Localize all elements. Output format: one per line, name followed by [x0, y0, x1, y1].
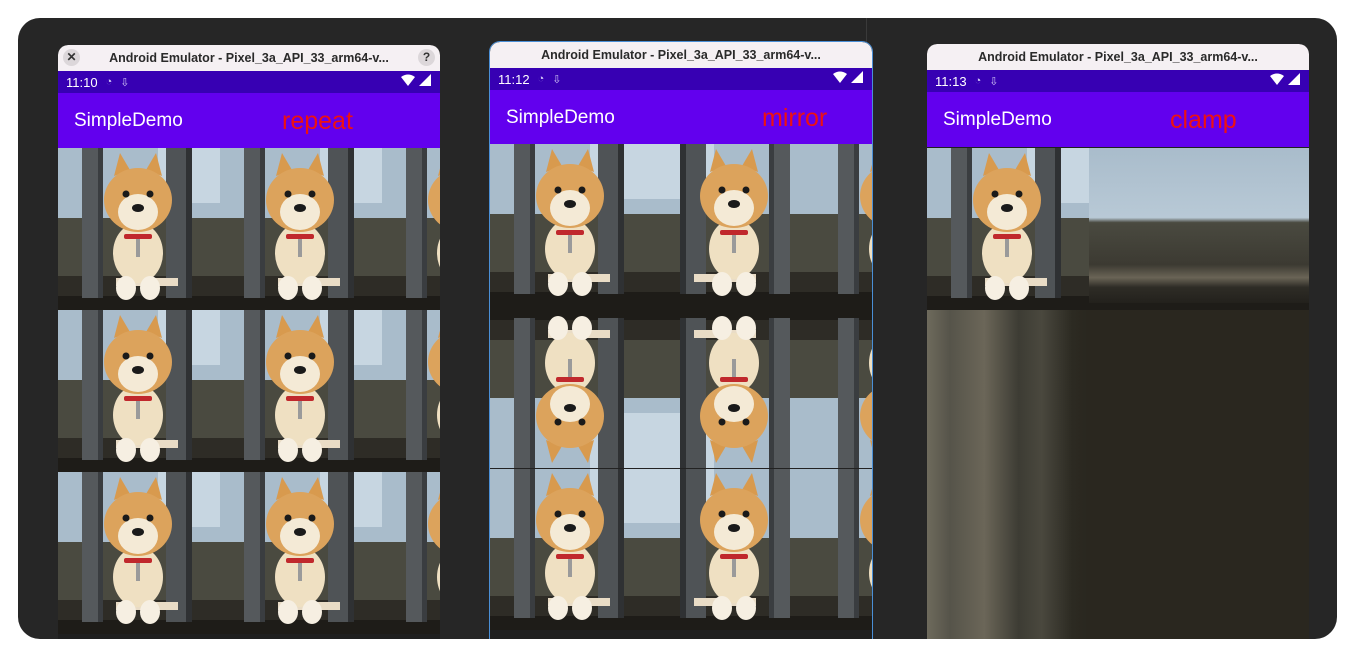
shiba-dog-image — [814, 468, 872, 630]
wifi-icon — [1270, 73, 1284, 85]
status-bar: 11:13 ◔ ⇩ — [927, 70, 1309, 92]
status-time: 11:10 — [66, 74, 98, 90]
window-titlebar[interactable]: ✕ Android Emulator - Pixel_3a_API_33_arm… — [58, 45, 440, 71]
shiba-dog-image — [652, 468, 814, 630]
shiba-dog-image — [220, 148, 382, 310]
help-icon[interactable]: ? — [418, 49, 435, 66]
close-icon[interactable]: ✕ — [63, 49, 80, 66]
shiba-dog-image — [58, 148, 220, 310]
shiba-dog-image — [58, 310, 220, 472]
window-title: Android Emulator - Pixel_3a_API_33_arm64… — [109, 51, 389, 65]
shiba-dog-image — [814, 306, 872, 468]
tile-mode-label: clamp — [1170, 106, 1237, 134]
notification-icon: ◔ — [105, 76, 113, 88]
window-title: Android Emulator - Pixel_3a_API_33_arm64… — [541, 48, 821, 62]
shiba-dog-image — [490, 468, 652, 630]
desktop-background: ✕ Android Emulator - Pixel_3a_API_33_arm… — [18, 18, 1337, 639]
bitmap-shader-canvas — [58, 148, 440, 639]
wifi-icon — [401, 74, 415, 86]
download-icon: ⇩ — [120, 76, 130, 89]
download-icon: ⇩ — [989, 75, 999, 88]
emulator-window-repeat[interactable]: ✕ Android Emulator - Pixel_3a_API_33_arm… — [58, 45, 440, 639]
status-bar: 11:12 ◔ ⇩ — [490, 68, 872, 90]
notification-icon: ◔ — [974, 75, 982, 87]
status-time: 11:13 — [935, 73, 967, 89]
status-time: 11:12 — [498, 71, 530, 87]
emulator-window-mirror[interactable]: Android Emulator - Pixel_3a_API_33_arm64… — [490, 42, 872, 639]
app-bar: SimpleDemo clamp — [927, 92, 1309, 147]
shiba-dog-image — [490, 306, 652, 468]
wifi-icon — [833, 71, 847, 83]
shiba-dog-image — [220, 310, 382, 472]
app-title: SimpleDemo — [506, 106, 615, 128]
tile-mode-label: repeat — [282, 107, 353, 135]
clamped-bitmap — [927, 148, 1309, 639]
app-title: SimpleDemo — [943, 108, 1052, 130]
signal-icon — [851, 71, 863, 83]
bitmap-shader-canvas — [490, 144, 872, 639]
window-title: Android Emulator - Pixel_3a_API_33_arm64… — [978, 50, 1258, 64]
signal-icon — [419, 74, 431, 86]
tile-mode-label: mirror — [762, 104, 828, 132]
app-bar: SimpleDemo mirror — [490, 90, 872, 145]
emulator-window-clamp[interactable]: Android Emulator - Pixel_3a_API_33_arm64… — [927, 44, 1309, 639]
bitmap-shader-canvas — [927, 148, 1309, 639]
shiba-dog-image — [382, 148, 440, 310]
shiba-dog-image — [490, 144, 652, 306]
signal-icon — [1288, 73, 1300, 85]
window-titlebar[interactable]: Android Emulator - Pixel_3a_API_33_arm64… — [490, 42, 872, 68]
shiba-dog-image — [382, 472, 440, 634]
window-titlebar[interactable]: Android Emulator - Pixel_3a_API_33_arm64… — [927, 44, 1309, 70]
shiba-dog-image — [652, 306, 814, 468]
notification-icon: ◔ — [537, 73, 545, 85]
app-bar: SimpleDemo repeat — [58, 93, 440, 148]
tile-seam — [490, 468, 872, 469]
download-icon: ⇩ — [552, 73, 562, 86]
status-bar: 11:10 ◔ ⇩ — [58, 71, 440, 93]
shiba-dog-image — [652, 144, 814, 306]
shiba-dog-image — [814, 144, 872, 306]
shiba-dog-image — [220, 472, 382, 634]
shiba-dog-image — [382, 310, 440, 472]
app-title: SimpleDemo — [74, 109, 183, 131]
shiba-dog-image — [58, 472, 220, 634]
